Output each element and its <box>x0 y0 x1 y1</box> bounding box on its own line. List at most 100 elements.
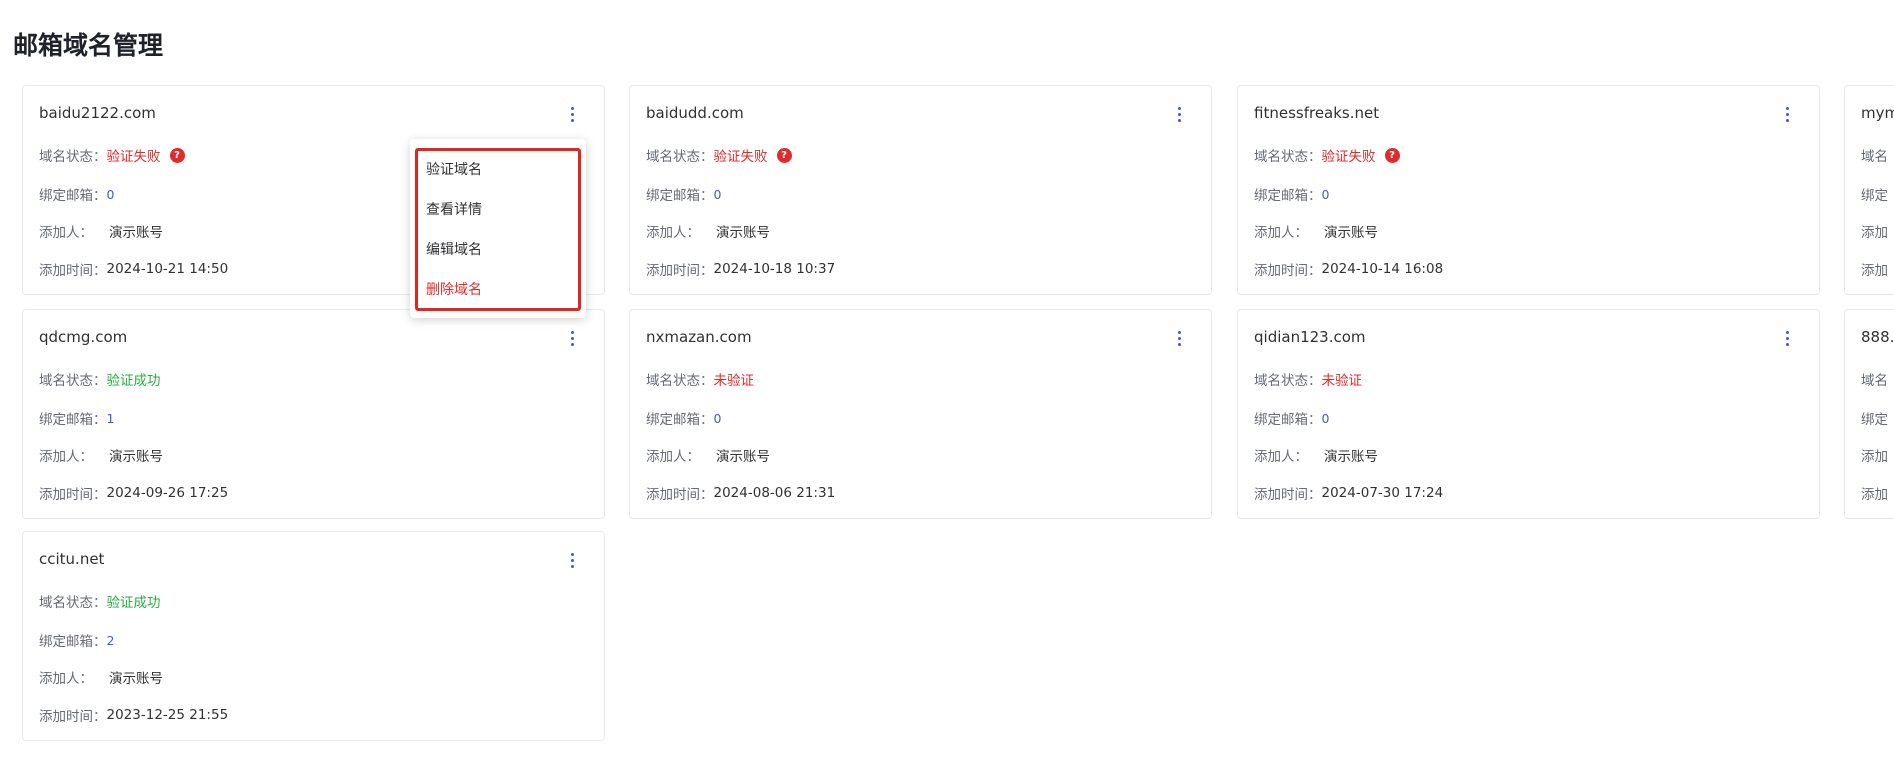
status-value: 验证成功 <box>106 595 161 611</box>
menu-item-edit-domain[interactable]: 编辑域名 <box>426 239 482 259</box>
mailbox-count-link[interactable]: 1 <box>107 411 115 426</box>
time-value: 2024-10-21 14:50 <box>106 261 229 277</box>
mailbox-row: 绑定邮箱： 0 <box>646 184 722 205</box>
domain-name: fitnessfreaks.net <box>1254 104 1380 122</box>
mailbox-label: 绑定邮箱： <box>39 412 107 428</box>
page-title: 邮箱域名管理 <box>13 31 164 60</box>
status-value: 验证失败 <box>106 149 161 165</box>
status-label: 域名状态： <box>39 595 107 611</box>
more-options-icon[interactable] <box>564 326 580 350</box>
domain-card: baidudd.com 域名状态： 验证失败 ? 绑定邮箱： 0 添加人： 演示… <box>629 85 1212 295</box>
adder-value: 演示账号 <box>109 225 163 241</box>
adder-row: 添加人： 演示账号 <box>39 221 163 241</box>
more-options-icon[interactable] <box>564 548 580 572</box>
mailbox-count-link[interactable]: 0 <box>1322 411 1330 426</box>
time-value: 2024-07-30 17:24 <box>1321 485 1444 501</box>
time-value: 2023-12-25 21:55 <box>106 707 229 723</box>
time-row: 添加时间： 2024-08-06 21:31 <box>646 483 835 503</box>
question-icon[interactable]: ? <box>169 147 185 163</box>
time-label: 添加 <box>1861 487 1888 503</box>
menu-item-verify-domain[interactable]: 验证域名 <box>426 159 482 179</box>
status-row: 域名状态： 验证失败 ? <box>39 145 185 165</box>
mailbox-count-link[interactable]: 0 <box>714 187 722 202</box>
status-value: 未验证 <box>1321 373 1363 389</box>
status-value: 未验证 <box>713 373 755 389</box>
status-label: 域名状态： <box>1254 149 1322 165</box>
time-label: 添加时间： <box>39 263 107 279</box>
time-row: 添加时间： 2024-10-18 10:37 <box>646 259 835 279</box>
status-label: 域名 <box>1861 149 1888 165</box>
domain-name: ccitu.net <box>39 550 105 568</box>
mailbox-count-link[interactable]: 2 <box>107 633 115 648</box>
mailbox-count-link[interactable]: 0 <box>714 411 722 426</box>
domain-card: mym 域名 绑定 添加 添加 <box>1844 85 1894 295</box>
domain-card: fitnessfreaks.net 域名状态： 验证失败 ? 绑定邮箱： 0 添… <box>1237 85 1820 295</box>
time-label: 添加 <box>1861 263 1888 279</box>
question-icon[interactable]: ? <box>1384 147 1400 163</box>
status-label: 域名状态： <box>646 373 714 389</box>
more-options-icon[interactable] <box>1779 102 1795 126</box>
adder-label: 添加 <box>1861 225 1888 241</box>
domain-card: nxmazan.com 域名状态： 未验证 绑定邮箱： 0 添加人： 演示账号 … <box>629 309 1212 519</box>
mailbox-row: 绑定邮箱： 0 <box>1254 408 1330 429</box>
adder-label: 添加人： <box>646 449 700 465</box>
status-row: 域名状态： 未验证 <box>1254 369 1362 389</box>
status-row: 域名状态： 验证失败 ? <box>1254 145 1400 165</box>
adder-label: 添加 <box>1861 449 1888 465</box>
status-label: 域名状态： <box>1254 373 1322 389</box>
adder-label: 添加人： <box>39 225 93 241</box>
time-value: 2024-09-26 17:25 <box>106 485 229 501</box>
menu-item-view-details[interactable]: 查看详情 <box>426 199 482 219</box>
more-options-icon[interactable] <box>1171 102 1187 126</box>
more-options-icon[interactable] <box>1171 326 1187 350</box>
adder-label: 添加人： <box>1254 449 1308 465</box>
mailbox-label: 绑定邮箱： <box>646 188 714 204</box>
time-row: 添加时间： 2024-09-26 17:25 <box>39 483 228 503</box>
time-row: 添加时间： 2024-10-21 14:50 <box>39 259 228 279</box>
adder-value: 演示账号 <box>716 225 770 241</box>
mailbox-count-link[interactable]: 0 <box>107 187 115 202</box>
time-value: 2024-08-06 21:31 <box>713 485 836 501</box>
adder-value: 演示账号 <box>1324 449 1378 465</box>
adder-row: 添加人： 演示账号 <box>39 445 163 465</box>
mailbox-count-link[interactable]: 0 <box>1322 187 1330 202</box>
mailbox-label: 绑定邮箱： <box>1254 188 1322 204</box>
domain-card: ccitu.net 域名状态： 验证成功 绑定邮箱： 2 添加人： 演示账号 添… <box>22 531 605 741</box>
status-label: 域名状态： <box>39 149 107 165</box>
mailbox-label: 绑定 <box>1861 412 1888 428</box>
adder-label: 添加人： <box>1254 225 1308 241</box>
menu-item-delete-domain[interactable]: 删除域名 <box>426 279 482 299</box>
adder-label: 添加人： <box>646 225 700 241</box>
status-row: 域名状态： 未验证 <box>646 369 754 389</box>
domain-name: mym <box>1861 104 1894 122</box>
status-value: 验证成功 <box>106 373 161 389</box>
status-label: 域名 <box>1861 373 1888 389</box>
status-label: 域名状态： <box>646 149 714 165</box>
status-label: 域名状态： <box>39 373 107 389</box>
question-icon[interactable]: ? <box>776 147 792 163</box>
adder-row: 添加人： 演示账号 <box>646 221 770 241</box>
domain-name: qidian123.com <box>1254 328 1366 346</box>
time-label: 添加时间： <box>1254 487 1322 503</box>
time-label: 添加时间： <box>39 709 107 725</box>
time-label: 添加时间： <box>1254 263 1322 279</box>
adder-row: 添加人： 演示账号 <box>646 445 770 465</box>
more-options-icon[interactable] <box>1779 326 1795 350</box>
mailbox-label: 绑定邮箱： <box>646 412 714 428</box>
time-row: 添加时间： 2024-10-14 16:08 <box>1254 259 1443 279</box>
adder-value: 演示账号 <box>109 671 163 687</box>
status-value: 验证失败 <box>1321 149 1376 165</box>
domain-name: 888.c <box>1861 328 1894 346</box>
time-value: 2024-10-14 16:08 <box>1321 261 1444 277</box>
more-options-icon[interactable] <box>564 102 580 126</box>
adder-row: 添加人： 演示账号 <box>1254 221 1378 241</box>
domain-name: baidudd.com <box>646 104 744 122</box>
mailbox-row: 绑定邮箱： 0 <box>646 408 722 429</box>
status-row: 域名状态： 验证成功 <box>39 591 161 611</box>
adder-label: 添加人： <box>39 671 93 687</box>
domain-name: qdcmg.com <box>39 328 128 346</box>
adder-label: 添加人： <box>39 449 93 465</box>
status-row: 域名状态： 验证成功 <box>39 369 161 389</box>
time-row: 添加时间： 2024-07-30 17:24 <box>1254 483 1443 503</box>
card-actions-dropdown: 验证域名 查看详情 编辑域名 删除域名 <box>410 139 586 318</box>
